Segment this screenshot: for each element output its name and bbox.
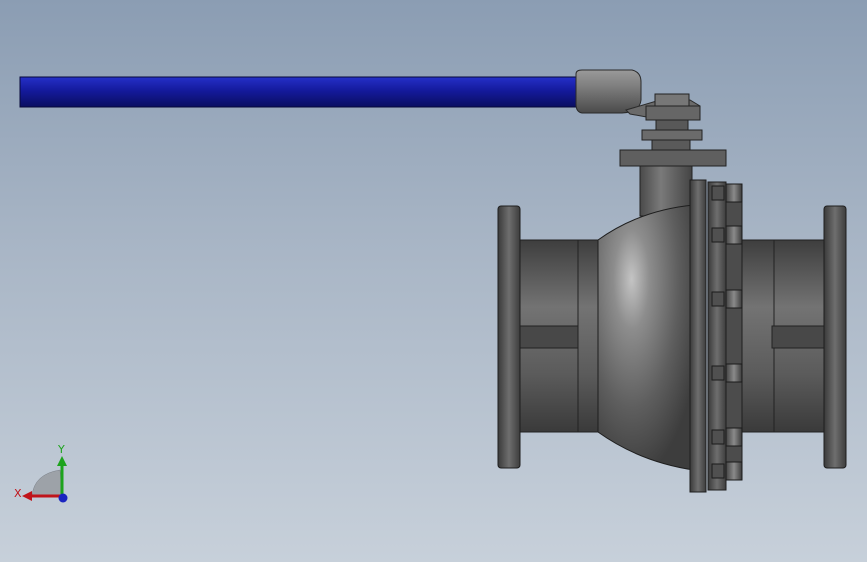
left-collar xyxy=(577,239,601,433)
right-flange xyxy=(823,205,847,469)
x-axis-arrow xyxy=(22,491,32,501)
flange-nut-1 xyxy=(711,185,725,201)
handle-lever[interactable] xyxy=(19,76,581,108)
mounting-pad xyxy=(619,149,727,167)
stem-gland xyxy=(651,139,691,151)
flange-nut-2 xyxy=(711,227,725,243)
axis-triad: Y X xyxy=(14,443,68,503)
handle-grip[interactable] xyxy=(575,69,642,114)
z-axis-dot xyxy=(58,493,68,503)
flange-nut-3 xyxy=(711,291,725,307)
flange-bolt-2 xyxy=(725,225,743,245)
flange-nut-5 xyxy=(711,429,725,445)
flange-nut-6 xyxy=(711,463,725,479)
y-axis-label: Y xyxy=(57,443,65,456)
right-band xyxy=(771,325,827,349)
stem-upper xyxy=(645,105,701,121)
x-axis-label: X xyxy=(14,487,22,500)
flange-bolt-4 xyxy=(725,363,743,383)
valve-ball-body xyxy=(597,204,695,471)
flange-bolt-1 xyxy=(725,183,743,203)
triad-base-shape xyxy=(31,469,63,497)
flange-bolt-5 xyxy=(725,427,743,447)
flange-bolt-3 xyxy=(725,289,743,309)
stem-washer xyxy=(641,129,703,141)
center-flange-a xyxy=(689,179,707,493)
stem-nut xyxy=(654,93,690,107)
valve-model[interactable] xyxy=(0,0,867,562)
flange-nut-4 xyxy=(711,365,725,381)
stem-mid xyxy=(655,119,689,131)
graphics-viewport[interactable]: Y X xyxy=(0,0,867,562)
right-body xyxy=(739,239,777,433)
left-band xyxy=(517,325,581,349)
left-flange xyxy=(497,205,521,469)
y-axis-arrow xyxy=(57,456,67,466)
flange-bolt-6 xyxy=(725,461,743,481)
